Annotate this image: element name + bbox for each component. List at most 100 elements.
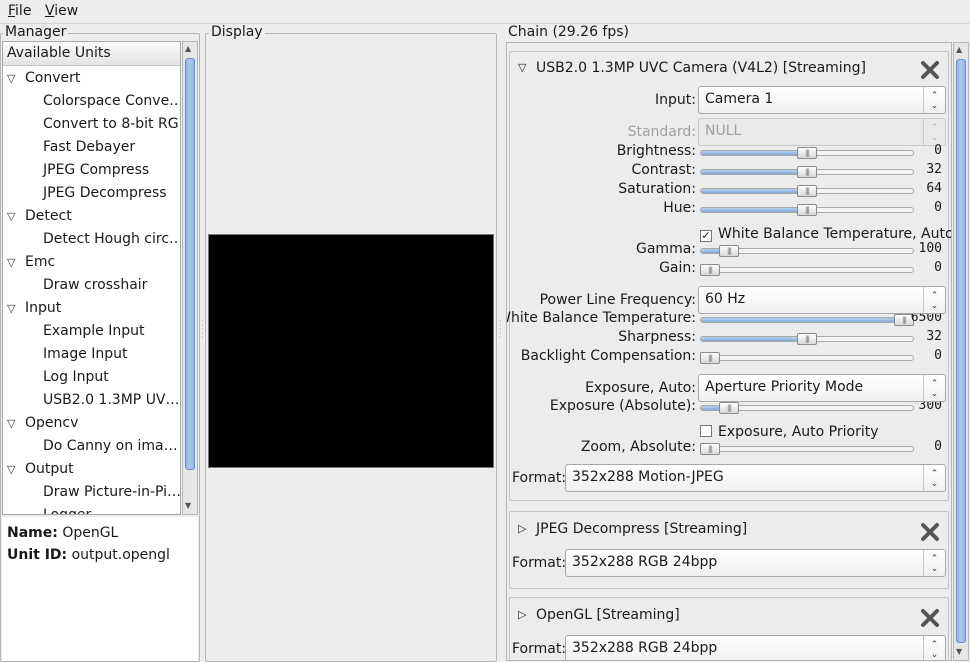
- tree-category[interactable]: ▽ Opencv: [3, 412, 180, 435]
- camera-format-label: Format:: [512, 470, 567, 486]
- tree-scroll-thumb[interactable]: [185, 58, 195, 470]
- menu-file[interactable]: File: [8, 3, 31, 19]
- chain-scrollbar[interactable]: ▲ ▼: [953, 42, 969, 661]
- tree-category[interactable]: ▽ Convert: [3, 67, 180, 90]
- tree-header-available-units[interactable]: Available Units: [3, 42, 180, 66]
- close-x-icon[interactable]: [920, 608, 940, 628]
- tree-item[interactable]: Draw crosshair: [3, 274, 180, 297]
- triangle-right-icon[interactable]: ▷: [518, 608, 526, 621]
- opengl-format-label: Format:: [512, 641, 567, 657]
- close-x-icon[interactable]: [920, 60, 940, 80]
- unit-tree[interactable]: Available Units ▽ Convert Colorspace Conve…: [2, 41, 181, 515]
- menu-view[interactable]: View: [45, 3, 78, 19]
- tree-item[interactable]: Detect Hough circ…: [3, 228, 180, 251]
- tree-item[interactable]: Log Input: [3, 366, 180, 389]
- gamma-slider[interactable]: |||: [700, 245, 914, 257]
- opengl-format-combo[interactable]: 352x288 RGB 24bpp ⌃ ⌄: [565, 635, 946, 660]
- tree-item-label: Logger: [43, 507, 92, 515]
- wb-auto-checkbox[interactable]: ✓ White Balance Temperature, Auto: [700, 226, 951, 242]
- tree-item[interactable]: Logger: [3, 504, 180, 515]
- triangle-down-icon[interactable]: ▽: [7, 297, 15, 320]
- scroll-up-icon[interactable]: ▲: [185, 44, 191, 53]
- splitter-handle-left[interactable]: · · · · ·: [201, 318, 205, 342]
- triangle-down-icon[interactable]: ▽: [518, 61, 526, 74]
- tree-item[interactable]: Fast Debayer: [3, 136, 180, 159]
- wb-temp-slider[interactable]: |||: [700, 314, 914, 326]
- unit-camera-title[interactable]: USB2.0 1.3MP UVC Camera (V4L2) [Streamin…: [536, 60, 866, 76]
- triangle-right-icon[interactable]: ▷: [518, 522, 526, 535]
- gain-slider[interactable]: |||: [700, 264, 914, 276]
- power-line-combo[interactable]: 60 Hz ⌃ ⌄: [698, 286, 946, 314]
- scroll-down-icon[interactable]: ▼: [185, 501, 191, 510]
- slider-thumb[interactable]: |||: [797, 204, 817, 216]
- brightness-value: 0: [934, 143, 942, 158]
- gain-value: 0: [934, 260, 942, 275]
- tree-item[interactable]: Do Canny on ima…: [3, 435, 180, 458]
- tree-item-label: Convert: [25, 70, 81, 86]
- unit-id-line: Unit ID: output.opengl: [7, 547, 170, 563]
- triangle-down-icon[interactable]: ▽: [7, 251, 15, 274]
- exposure-abs-slider[interactable]: |||: [700, 402, 914, 414]
- tree-item[interactable]: JPEG Compress: [3, 159, 180, 182]
- tree-category[interactable]: ▽ Output: [3, 458, 180, 481]
- tree-scrollbar[interactable]: ▲ ▼: [182, 41, 198, 515]
- slider-thumb[interactable]: |||: [719, 402, 739, 414]
- splitter-handle-right[interactable]: · · · · ·: [499, 318, 503, 342]
- tree-item[interactable]: Draw Picture-in-Pi…: [3, 481, 180, 504]
- tree-item[interactable]: USB2.0 1.3MP UV…: [3, 389, 180, 412]
- input-combo[interactable]: Camera 1 ⌃ ⌄: [698, 86, 946, 114]
- tree-item-label: Output: [25, 461, 74, 477]
- slider-fill: [701, 189, 808, 193]
- display-title: Display: [209, 24, 265, 40]
- display-video-canvas: [208, 234, 494, 468]
- slider-thumb[interactable]: |||: [797, 333, 817, 345]
- backlight-slider[interactable]: |||: [700, 352, 914, 364]
- tree-category[interactable]: ▽ Detect: [3, 205, 180, 228]
- updown-chevron-icon: ⌃ ⌄: [923, 465, 945, 491]
- unit-jpeg-title[interactable]: JPEG Decompress [Streaming]: [536, 521, 747, 537]
- triangle-down-icon[interactable]: ▽: [7, 67, 15, 90]
- tree-item[interactable]: Example Input: [3, 320, 180, 343]
- triangle-down-icon[interactable]: ▽: [7, 458, 15, 481]
- close-x-icon[interactable]: [920, 522, 940, 542]
- triangle-down-icon[interactable]: ▽: [7, 412, 15, 435]
- saturation-slider[interactable]: |||: [700, 185, 914, 197]
- unit-camera: ▽ USB2.0 1.3MP UVC Camera (V4L2) [Stream…: [507, 51, 951, 501]
- chain-scroll-thumb[interactable]: [956, 59, 966, 643]
- slider-thumb[interactable]: |||: [797, 185, 817, 197]
- slider-thumb[interactable]: |||: [797, 166, 817, 178]
- gain-label: Gain:: [659, 260, 696, 276]
- hue-slider[interactable]: |||: [700, 204, 914, 216]
- slider-thumb[interactable]: |||: [700, 352, 720, 364]
- jpeg-format-label: Format:: [512, 555, 567, 571]
- tree-item[interactable]: JPEG Decompress: [3, 182, 180, 205]
- slider-thumb[interactable]: |||: [797, 147, 817, 159]
- contrast-slider[interactable]: |||: [700, 166, 914, 178]
- tree-item[interactable]: Image Input: [3, 343, 180, 366]
- exposure-priority-checkbox[interactable]: Exposure, Auto Priority: [700, 424, 879, 440]
- tree-item-label: Colorspace Conve…: [43, 93, 181, 109]
- camera-format-combo[interactable]: 352x288 Motion-JPEG ⌃ ⌄: [565, 464, 946, 492]
- slider-thumb[interactable]: |||: [700, 443, 720, 455]
- zoom-slider[interactable]: |||: [700, 443, 914, 455]
- scroll-up-icon[interactable]: ▲: [956, 45, 962, 54]
- slider-thumb[interactable]: |||: [700, 264, 720, 276]
- slider-fill: [701, 170, 808, 174]
- backlight-label: Backlight Compensation:: [520, 348, 696, 364]
- unit-opengl-title[interactable]: OpenGL [Streaming]: [536, 607, 680, 623]
- tree-category[interactable]: ▽ Emc: [3, 251, 180, 274]
- sharpness-slider[interactable]: |||: [700, 333, 914, 345]
- scroll-down-icon[interactable]: ▼: [956, 647, 962, 656]
- brightness-label: Brightness:: [616, 143, 696, 159]
- slider-fill: [701, 151, 808, 155]
- tree-item[interactable]: Colorspace Conve…: [3, 90, 181, 113]
- slider-track: [700, 355, 914, 361]
- triangle-down-icon[interactable]: ▽: [7, 205, 15, 228]
- tree-item[interactable]: Convert to 8-bit RGB: [3, 113, 180, 136]
- jpeg-format-combo[interactable]: 352x288 RGB 24bpp ⌃ ⌄: [565, 549, 946, 577]
- brightness-slider[interactable]: |||: [700, 147, 914, 159]
- exposure-auto-combo[interactable]: Aperture Priority Mode ⌃ ⌄: [698, 374, 946, 402]
- tree-category[interactable]: ▽ Input: [3, 297, 180, 320]
- manager-title: Manager: [3, 24, 69, 40]
- slider-thumb[interactable]: |||: [719, 245, 739, 257]
